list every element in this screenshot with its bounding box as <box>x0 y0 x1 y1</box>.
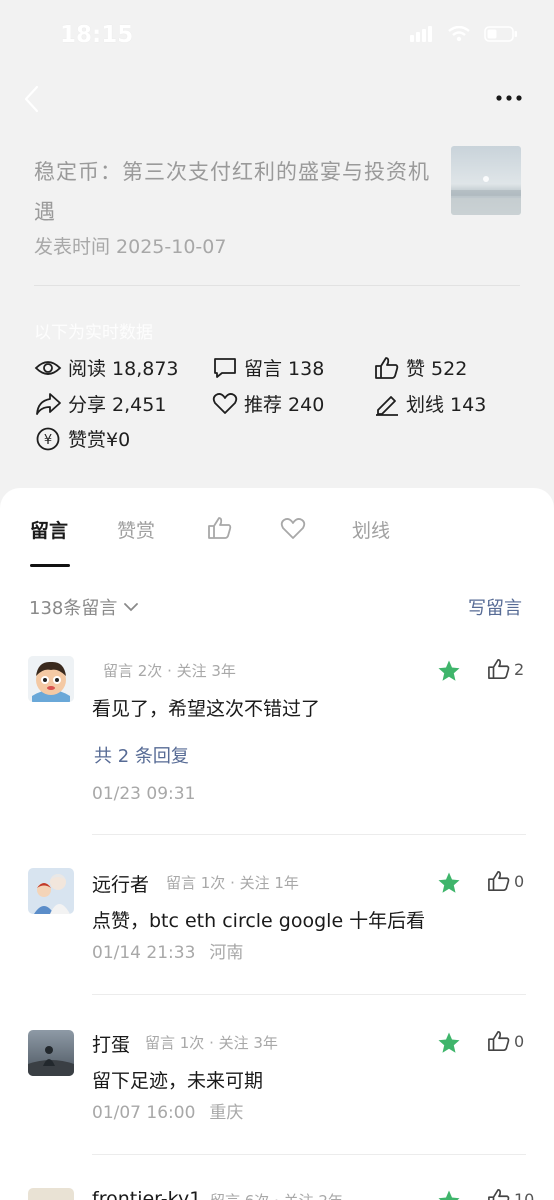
divider <box>92 1154 526 1155</box>
comment-like-count: 10 <box>514 1189 535 1200</box>
status-bar: 18:15 <box>0 0 554 76</box>
tab-comments[interactable]: 留言 <box>30 516 68 543</box>
commenter-name[interactable]: 远行者 <box>92 870 149 897</box>
article-title[interactable]: 稳定币：第三次支付红利的盛宴与投资机遇 <box>34 152 434 232</box>
divider <box>92 994 526 995</box>
stat-recommend: 推荐 240 <box>212 390 324 417</box>
comment-like-count: 0 <box>514 871 525 891</box>
divider <box>92 834 526 835</box>
svg-text:¥: ¥ <box>44 433 52 448</box>
tab-tips[interactable]: 赞赏 <box>117 516 155 543</box>
comment-like-button[interactable]: 0 <box>487 1030 524 1052</box>
stat-read-label: 阅读 18,873 <box>68 358 179 380</box>
divider <box>34 285 520 286</box>
article-publish-date: 发表时间 2025-10-07 <box>34 236 227 258</box>
star-icon[interactable] <box>437 659 461 683</box>
stat-likes-label: 赞 522 <box>406 358 468 380</box>
realtime-data-label: 以下为实时数据 <box>34 323 153 343</box>
star-icon[interactable] <box>437 1031 461 1055</box>
stat-comments-label: 留言 138 <box>244 358 325 380</box>
thumbs-up-icon <box>488 659 510 679</box>
stat-shares: 分享 2,451 <box>34 390 166 417</box>
stat-recommend-label: 推荐 240 <box>244 394 325 416</box>
tab-recommend-heart-icon[interactable] <box>280 517 306 541</box>
comment-bubble-icon <box>214 357 236 378</box>
pen-icon <box>376 395 398 416</box>
commenter-meta: 留言 1次 · 关注 1年 <box>166 874 299 892</box>
comment-text: 留下足迹，未来可期 <box>92 1070 264 1092</box>
battery-icon <box>484 26 517 42</box>
comment-like-count: 0 <box>514 1031 525 1051</box>
comment-time: 01/23 09:31 <box>92 784 196 804</box>
avatar[interactable] <box>28 868 74 914</box>
stat-tips: ¥ 赞赏¥0 <box>34 425 130 452</box>
thumbs-up-icon <box>375 356 399 379</box>
comment-time: 01/14 21:33 <box>92 943 196 963</box>
heart-icon <box>212 392 238 414</box>
signal-icon <box>410 26 432 42</box>
comment-count-label: 138条留言 <box>29 598 118 619</box>
commenter-meta: 留言 2次 · 关注 3年 <box>103 662 236 680</box>
back-arrow-icon[interactable] <box>20 84 44 114</box>
commenter-name[interactable]: frontier-ky1 <box>92 1188 201 1200</box>
commenter-meta: 留言 6次 · 关注 2年 <box>210 1190 343 1200</box>
stat-tips-label: 赞赏¥0 <box>68 429 131 451</box>
tab-highlights[interactable]: 划线 <box>352 516 390 543</box>
article-thumbnail[interactable] <box>451 146 521 215</box>
comment-location: 河南 <box>209 943 244 963</box>
thumbs-up-icon <box>488 1189 510 1200</box>
comment-location: 重庆 <box>209 1103 244 1123</box>
thumbs-up-icon <box>488 871 510 891</box>
stat-highlights: 划线 143 <box>374 390 486 417</box>
comment-like-button[interactable]: 0 <box>487 870 524 892</box>
comment-time: 01/07 16:00 <box>92 1103 196 1123</box>
comment-timestamp: 01/07 16:00 重庆 <box>92 1098 243 1123</box>
comment-timestamp: 01/23 09:31 <box>92 784 209 804</box>
stat-comments: 留言 138 <box>212 354 324 381</box>
write-comment-button[interactable]: 写留言 <box>468 594 522 620</box>
stat-shares-label: 分享 2,451 <box>68 394 167 416</box>
commenter-name[interactable]: 打蛋 <box>92 1030 130 1057</box>
commenter-meta: 留言 1次 · 关注 3年 <box>145 1034 278 1052</box>
comment-text: 点赞，btc eth circle google 十年后看 <box>92 910 426 932</box>
star-icon[interactable] <box>437 871 461 895</box>
stat-highlights-label: 划线 143 <box>406 394 487 416</box>
wifi-icon <box>448 26 470 42</box>
view-replies-link[interactable]: 共 2 条回复 <box>94 742 189 768</box>
comments-sheet: 留言 赞赏 划线 138条留言 写留言 留言 2次 · 关注 3年 2 看见了，… <box>0 488 554 1200</box>
eye-icon <box>34 360 62 375</box>
yen-coin-icon: ¥ <box>36 427 60 450</box>
star-icon[interactable] <box>437 1189 461 1200</box>
stat-likes: 赞 522 <box>374 354 467 381</box>
top-nav <box>0 76 554 120</box>
avatar[interactable] <box>28 1030 74 1076</box>
avatar[interactable] <box>28 656 74 702</box>
share-arrow-icon <box>36 392 61 415</box>
comment-like-button[interactable]: 2 <box>487 658 524 680</box>
chevron-down-icon <box>124 603 139 612</box>
comment-like-button[interactable]: 10 <box>487 1188 534 1200</box>
stat-read: 阅读 18,873 <box>34 354 179 381</box>
comment-count-dropdown[interactable]: 138条留言 <box>29 594 139 620</box>
more-options-icon[interactable] <box>494 88 524 108</box>
tab-likes-thumbs-up-icon[interactable] <box>207 516 233 540</box>
thumbs-up-icon <box>488 1031 510 1051</box>
status-icons <box>410 26 518 42</box>
avatar[interactable] <box>28 1188 74 1200</box>
comment-timestamp: 01/14 21:33 河南 <box>92 938 243 963</box>
comment-text: 看见了，希望这次不错过了 <box>92 698 321 720</box>
comment-like-count: 2 <box>514 659 525 679</box>
status-time: 18:15 <box>60 22 134 48</box>
active-tab-indicator <box>30 564 70 567</box>
